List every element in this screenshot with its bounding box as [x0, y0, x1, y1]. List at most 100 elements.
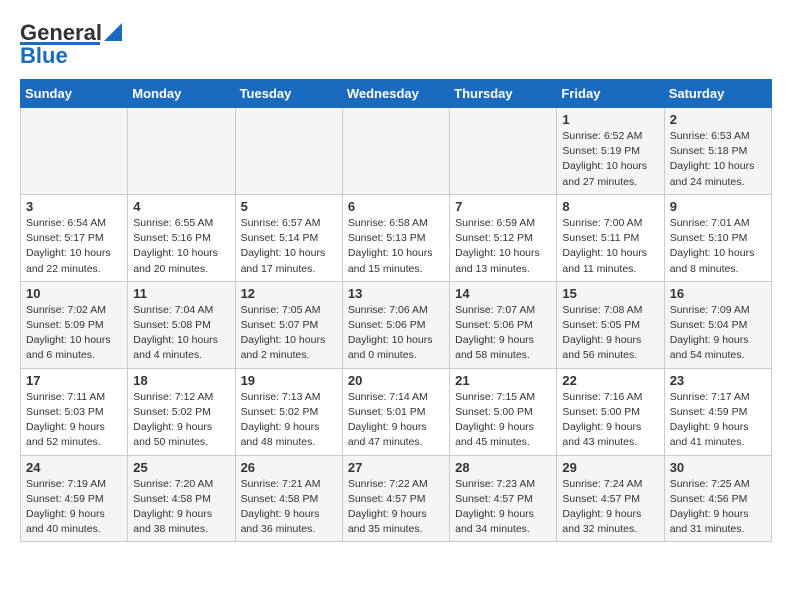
col-header-thursday: Thursday	[450, 80, 557, 108]
calendar-cell: 16 Sunrise: 7:09 AM Sunset: 5:04 PM Dayli…	[664, 281, 771, 368]
day-info: Sunrise: 7:14 AM Sunset: 5:01 PM Dayligh…	[348, 390, 444, 451]
day-info: Sunrise: 7:21 AM Sunset: 4:58 PM Dayligh…	[241, 477, 337, 538]
calendar-cell: 20 Sunrise: 7:14 AM Sunset: 5:01 PM Dayli…	[342, 368, 449, 455]
calendar-cell: 28 Sunrise: 7:23 AM Sunset: 4:57 PM Dayli…	[450, 455, 557, 542]
day-number: 30	[670, 460, 766, 475]
day-info: Sunrise: 7:08 AM Sunset: 5:05 PM Dayligh…	[562, 303, 658, 364]
col-header-wednesday: Wednesday	[342, 80, 449, 108]
day-number: 13	[348, 286, 444, 301]
day-number: 11	[133, 286, 229, 301]
calendar-cell: 27 Sunrise: 7:22 AM Sunset: 4:57 PM Dayli…	[342, 455, 449, 542]
day-number: 20	[348, 373, 444, 388]
day-info: Sunrise: 7:22 AM Sunset: 4:57 PM Dayligh…	[348, 477, 444, 538]
calendar-cell: 5Sunrise: 6:57 AM Sunset: 5:14 PM Daylig…	[235, 194, 342, 281]
day-number: 16	[670, 286, 766, 301]
day-info: Sunrise: 7:20 AM Sunset: 4:58 PM Dayligh…	[133, 477, 229, 538]
calendar-week-4: 17 Sunrise: 7:11 AM Sunset: 5:03 PM Dayli…	[21, 368, 772, 455]
day-number: 6	[348, 199, 444, 214]
day-number: 10	[26, 286, 122, 301]
calendar-week-2: 3 Sunrise: 6:54 AM Sunset: 5:17 PM Daylig…	[21, 194, 772, 281]
day-number: 23	[670, 373, 766, 388]
calendar-cell: 3 Sunrise: 6:54 AM Sunset: 5:17 PM Daylig…	[21, 194, 128, 281]
calendar-cell	[128, 108, 235, 195]
calendar-cell: 11 Sunrise: 7:04 AM Sunset: 5:08 PM Dayli…	[128, 281, 235, 368]
day-info: Sunrise: 7:13 AM Sunset: 5:02 PM Dayligh…	[241, 390, 337, 451]
calendar-cell: 13 Sunrise: 7:06 AM Sunset: 5:06 PM Dayli…	[342, 281, 449, 368]
day-info: Sunrise: 6:53 AM Sunset: 5:18 PM Dayligh…	[670, 129, 766, 190]
day-number: 24	[26, 460, 122, 475]
calendar-cell	[21, 108, 128, 195]
day-number: 8	[562, 199, 658, 214]
logo-blue: Blue	[20, 43, 68, 69]
calendar-table: SundayMondayTuesdayWednesdayThursdayFrid…	[20, 79, 772, 542]
day-info: Sunrise: 7:07 AM Sunset: 5:06 PM Dayligh…	[455, 303, 551, 364]
day-info: Sunrise: 7:19 AM Sunset: 4:59 PM Dayligh…	[26, 477, 122, 538]
calendar-cell: 7 Sunrise: 6:59 AM Sunset: 5:12 PM Daylig…	[450, 194, 557, 281]
calendar-week-5: 24 Sunrise: 7:19 AM Sunset: 4:59 PM Dayli…	[21, 455, 772, 542]
day-info: Sunrise: 7:12 AM Sunset: 5:02 PM Dayligh…	[133, 390, 229, 451]
day-number: 1	[562, 112, 658, 127]
day-number: 12	[241, 286, 337, 301]
calendar-cell: 24 Sunrise: 7:19 AM Sunset: 4:59 PM Dayli…	[21, 455, 128, 542]
day-info: Sunrise: 7:16 AM Sunset: 5:00 PM Dayligh…	[562, 390, 658, 451]
day-info: Sunrise: 6:54 AM Sunset: 5:17 PM Dayligh…	[26, 216, 122, 277]
calendar-cell: 1 Sunrise: 6:52 AM Sunset: 5:19 PM Daylig…	[557, 108, 664, 195]
header: General Blue	[20, 20, 772, 69]
day-info: Sunrise: 7:02 AM Sunset: 5:09 PM Dayligh…	[26, 303, 122, 364]
calendar-cell: 19 Sunrise: 7:13 AM Sunset: 5:02 PM Dayli…	[235, 368, 342, 455]
calendar-cell: 8 Sunrise: 7:00 AM Sunset: 5:11 PM Daylig…	[557, 194, 664, 281]
calendar-cell: 14 Sunrise: 7:07 AM Sunset: 5:06 PM Dayli…	[450, 281, 557, 368]
day-number: 2	[670, 112, 766, 127]
calendar-cell: 17 Sunrise: 7:11 AM Sunset: 5:03 PM Dayli…	[21, 368, 128, 455]
day-number: 17	[26, 373, 122, 388]
col-header-monday: Monday	[128, 80, 235, 108]
day-info: Sunrise: 7:00 AM Sunset: 5:11 PM Dayligh…	[562, 216, 658, 277]
day-info: Sunrise: 7:01 AM Sunset: 5:10 PM Dayligh…	[670, 216, 766, 277]
day-number: 5	[241, 199, 337, 214]
day-info: Sunrise: 7:06 AM Sunset: 5:06 PM Dayligh…	[348, 303, 444, 364]
calendar-cell: 2 Sunrise: 6:53 AM Sunset: 5:18 PM Daylig…	[664, 108, 771, 195]
day-number: 4	[133, 199, 229, 214]
day-info: Sunrise: 6:59 AM Sunset: 5:12 PM Dayligh…	[455, 216, 551, 277]
logo: General Blue	[20, 20, 122, 69]
day-number: 22	[562, 373, 658, 388]
day-info: Sunrise: 7:25 AM Sunset: 4:56 PM Dayligh…	[670, 477, 766, 538]
day-info: Sunrise: 7:24 AM Sunset: 4:57 PM Dayligh…	[562, 477, 658, 538]
col-header-sunday: Sunday	[21, 80, 128, 108]
calendar-cell: 10 Sunrise: 7:02 AM Sunset: 5:09 PM Dayli…	[21, 281, 128, 368]
calendar-cell: 9 Sunrise: 7:01 AM Sunset: 5:10 PM Daylig…	[664, 194, 771, 281]
day-info: Sunrise: 7:09 AM Sunset: 5:04 PM Dayligh…	[670, 303, 766, 364]
calendar-cell: 18 Sunrise: 7:12 AM Sunset: 5:02 PM Dayli…	[128, 368, 235, 455]
calendar-cell: 12 Sunrise: 7:05 AM Sunset: 5:07 PM Dayli…	[235, 281, 342, 368]
day-number: 25	[133, 460, 229, 475]
day-number: 29	[562, 460, 658, 475]
calendar-cell	[450, 108, 557, 195]
day-info: Sunrise: 7:23 AM Sunset: 4:57 PM Dayligh…	[455, 477, 551, 538]
day-number: 27	[348, 460, 444, 475]
calendar-cell: 15 Sunrise: 7:08 AM Sunset: 5:05 PM Dayli…	[557, 281, 664, 368]
calendar-cell: 23 Sunrise: 7:17 AM Sunset: 4:59 PM Dayli…	[664, 368, 771, 455]
day-number: 28	[455, 460, 551, 475]
day-info: Sunrise: 7:11 AM Sunset: 5:03 PM Dayligh…	[26, 390, 122, 451]
day-number: 7	[455, 199, 551, 214]
day-number: 3	[26, 199, 122, 214]
day-info: Sunrise: 7:04 AM Sunset: 5:08 PM Dayligh…	[133, 303, 229, 364]
day-info: Sunrise: 7:17 AM Sunset: 4:59 PM Dayligh…	[670, 390, 766, 451]
calendar-cell: 29 Sunrise: 7:24 AM Sunset: 4:57 PM Dayli…	[557, 455, 664, 542]
day-info: Sunrise: 6:58 AM Sunset: 5:13 PM Dayligh…	[348, 216, 444, 277]
day-number: 19	[241, 373, 337, 388]
calendar-cell	[342, 108, 449, 195]
day-number: 15	[562, 286, 658, 301]
calendar-week-1: 1 Sunrise: 6:52 AM Sunset: 5:19 PM Daylig…	[21, 108, 772, 195]
day-number: 14	[455, 286, 551, 301]
day-info: Sunrise: 7:05 AM Sunset: 5:07 PM Dayligh…	[241, 303, 337, 364]
calendar-cell	[235, 108, 342, 195]
day-number: 9	[670, 199, 766, 214]
calendar-cell: 30 Sunrise: 7:25 AM Sunset: 4:56 PM Dayli…	[664, 455, 771, 542]
calendar-cell: 26 Sunrise: 7:21 AM Sunset: 4:58 PM Dayli…	[235, 455, 342, 542]
col-header-saturday: Saturday	[664, 80, 771, 108]
day-number: 26	[241, 460, 337, 475]
day-number: 18	[133, 373, 229, 388]
day-info: Sunrise: 6:52 AM Sunset: 5:19 PM Dayligh…	[562, 129, 658, 190]
day-info: Sunrise: 7:15 AM Sunset: 5:00 PM Dayligh…	[455, 390, 551, 451]
